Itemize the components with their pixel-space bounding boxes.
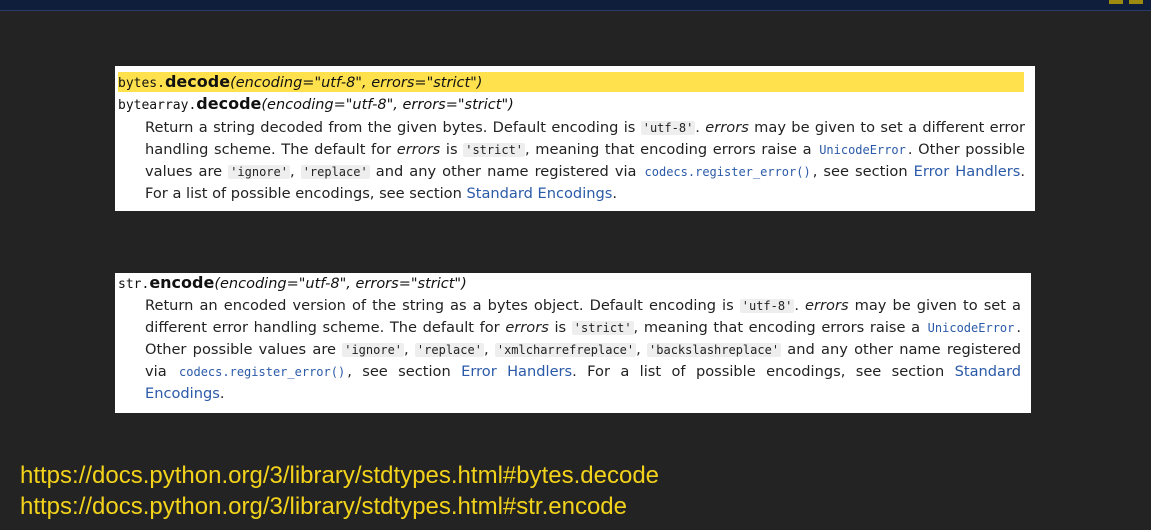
sig-method: decode — [196, 94, 262, 113]
unicodeerror-link[interactable]: UnicodeError — [926, 321, 1017, 335]
reference-urls: https://docs.python.org/3/library/stdtyp… — [20, 460, 659, 522]
code-literal: 'strict' — [463, 143, 526, 157]
code-literal: 'replace' — [300, 165, 370, 179]
standard-encodings-link[interactable]: Standard Encodings — [466, 185, 612, 202]
register-error-link[interactable]: codecs.register_error() — [177, 365, 347, 379]
decode-description: Return a string decoded from the given b… — [145, 119, 1026, 202]
sig-args: (encoding="utf-8", errors="strict") — [214, 276, 467, 292]
error-handlers-link[interactable]: Error Handlers — [914, 163, 1021, 180]
str-encode-doc: str.encode(encoding="utf-8", errors="str… — [115, 273, 1031, 413]
code-literal: 'ignore' — [228, 165, 290, 179]
bytes-decode-url[interactable]: https://docs.python.org/3/library/stdtyp… — [20, 460, 659, 491]
top-bar-marks — [1109, 0, 1143, 6]
sig-args: (encoding="utf-8", errors="strict") — [261, 97, 514, 113]
encode-description: Return an encoded version of the string … — [145, 297, 1022, 402]
code-literal: 'ignore' — [342, 343, 405, 357]
sig-class: str — [118, 277, 142, 292]
top-bar — [0, 0, 1151, 11]
code-literal: 'utf-8' — [640, 121, 696, 135]
bytearray-decode-signature: bytearray.decode(encoding="utf-8", error… — [118, 94, 514, 113]
code-literal: 'xmlcharrefreplace' — [494, 343, 637, 357]
code-literal: 'utf-8' — [739, 299, 795, 313]
bytes-decode-signature: bytes.decode(encoding="utf-8", errors="s… — [118, 72, 1024, 92]
bytes-decode-doc: bytes.decode(encoding="utf-8", errors="s… — [115, 66, 1035, 211]
code-literal: 'backslashreplace' — [647, 343, 782, 357]
code-literal: 'strict' — [571, 321, 634, 335]
unicodeerror-link[interactable]: UnicodeError — [817, 143, 908, 157]
register-error-link[interactable]: codecs.register_error() — [643, 165, 813, 179]
sig-method: encode — [149, 273, 215, 292]
sig-method: decode — [164, 72, 231, 91]
str-encode-signature: str.encode(encoding="utf-8", errors="str… — [118, 273, 467, 292]
sig-args: (encoding="utf-8", errors="strict") — [230, 75, 483, 91]
sig-class: bytes — [118, 76, 158, 91]
sig-class: bytearray — [118, 98, 189, 113]
str-encode-url[interactable]: https://docs.python.org/3/library/stdtyp… — [20, 491, 659, 522]
error-handlers-link[interactable]: Error Handlers — [461, 363, 572, 380]
code-literal: 'replace' — [414, 343, 484, 357]
